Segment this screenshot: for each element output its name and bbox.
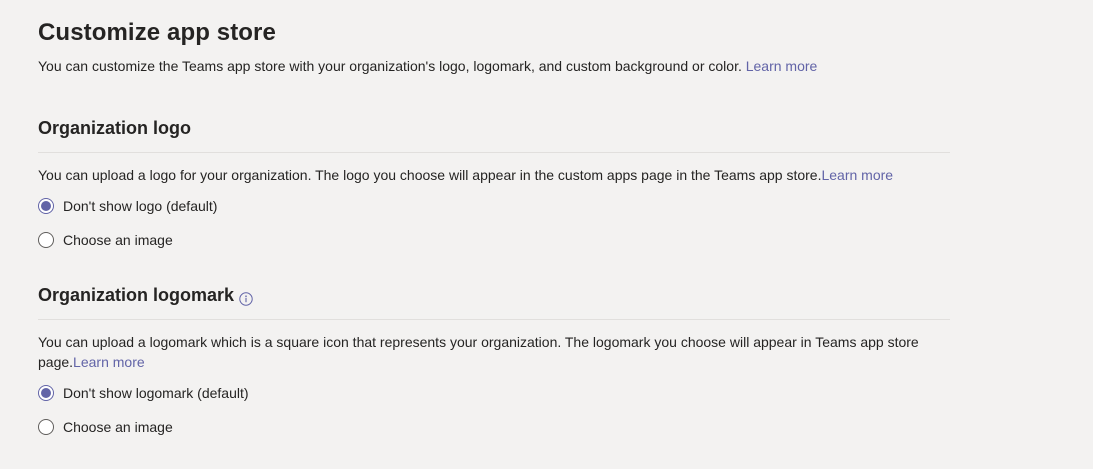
organization-logomark-learn-more-link[interactable]: Learn more [73,354,145,370]
radio-choose-logomark-image[interactable]: Choose an image [38,417,173,437]
radio-dont-show-logo[interactable]: Don't show logo (default) [38,196,217,216]
page-learn-more-link[interactable]: Learn more [746,58,818,74]
info-icon[interactable] [239,290,253,306]
page-title: Customize app store [38,19,276,46]
organization-logomark-description: You can upload a logomark which is a squ… [38,332,928,372]
page-description: You can customize the Teams app store wi… [38,58,817,74]
radio-choose-logo-image[interactable]: Choose an image [38,230,173,250]
radio-button-selected[interactable] [38,198,54,214]
radio-button-unselected[interactable] [38,419,54,435]
organization-logo-learn-more-link[interactable]: Learn more [821,167,893,183]
radio-button-unselected[interactable] [38,232,54,248]
organization-logo-title: Organization logo [38,118,191,138]
radio-label: Choose an image [63,419,173,435]
organization-logo-description-text: You can upload a logo for your organizat… [38,167,822,183]
page-description-text: You can customize the Teams app store wi… [38,58,742,74]
organization-logomark-heading: Organization logomark [38,285,253,306]
radio-dont-show-logomark[interactable]: Don't show logomark (default) [38,383,249,403]
radio-button-selected[interactable] [38,385,54,401]
organization-logo-heading: Organization logo [38,118,191,139]
radio-label: Don't show logomark (default) [63,385,249,401]
organization-logo-description: You can upload a logo for your organizat… [38,165,928,185]
radio-label: Choose an image [63,232,173,248]
organization-logomark-description-text: You can upload a logomark which is a squ… [38,334,919,370]
radio-label: Don't show logo (default) [63,198,218,214]
organization-logomark-title: Organization logomark [38,285,235,305]
organization-logomark-divider [38,319,950,320]
organization-logo-divider [38,152,950,153]
